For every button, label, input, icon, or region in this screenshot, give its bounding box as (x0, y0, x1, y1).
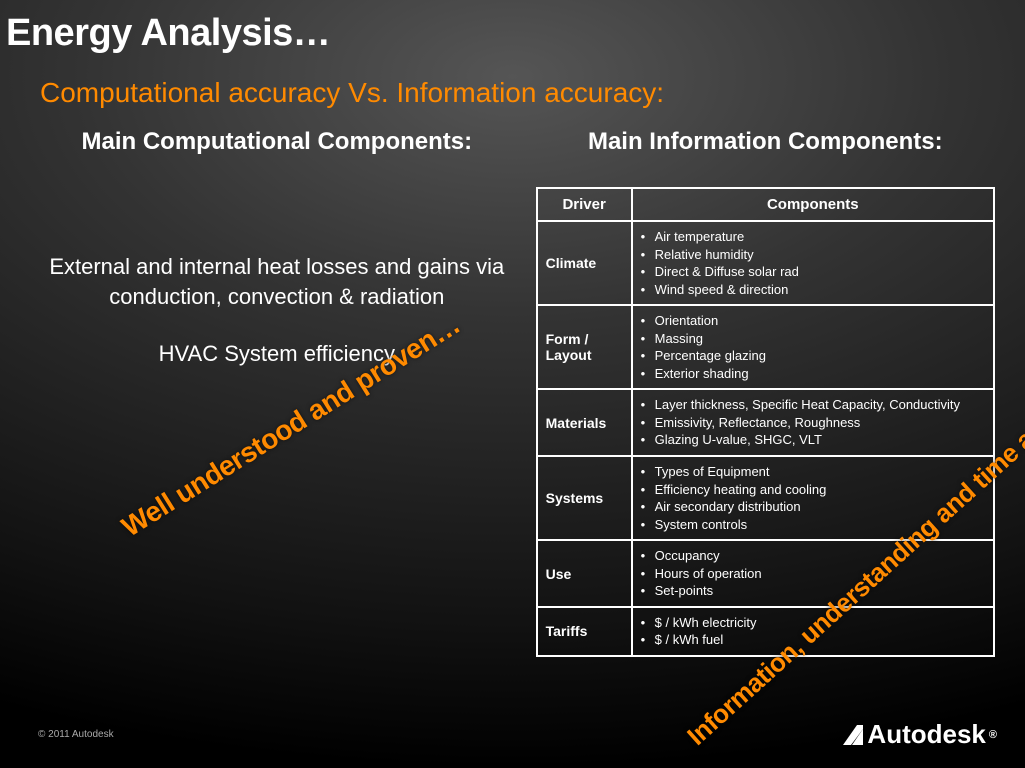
list-item: Efficiency heating and cooling (641, 481, 985, 499)
slide: Energy Analysis… Computational accuracy … (0, 0, 1025, 768)
components-cell: OccupancyHours of operationSet-points (632, 540, 994, 607)
driver-cell: Climate (537, 221, 632, 305)
driver-cell: Systems (537, 456, 632, 540)
list-item: Massing (641, 330, 985, 348)
page-title: Energy Analysis… (0, 0, 1025, 55)
list-item: Direct & Diffuse solar rad (641, 263, 985, 281)
components-cell: OrientationMassingPercentage glazingExte… (632, 305, 994, 389)
subtitle: Computational accuracy Vs. Information a… (0, 55, 1025, 109)
driver-cell: Form / Layout (537, 305, 632, 389)
list-item: Emissivity, Reflectance, Roughness (641, 414, 985, 432)
copyright: © 2011 Autodesk (38, 729, 114, 740)
table-row: Form / LayoutOrientationMassingPercentag… (537, 305, 994, 389)
list-item: Percentage glazing (641, 347, 985, 365)
components-list: Layer thickness, Specific Heat Capacity,… (641, 396, 985, 449)
list-item: Layer thickness, Specific Heat Capacity,… (641, 396, 985, 414)
driver-cell: Tariffs (537, 607, 632, 656)
list-item: Hours of operation (641, 565, 985, 583)
list-item: Types of Equipment (641, 463, 985, 481)
driver-cell: Use (537, 540, 632, 607)
th-driver: Driver (537, 188, 632, 221)
components-cell: Layer thickness, Specific Heat Capacity,… (632, 389, 994, 456)
th-components: Components (632, 188, 994, 221)
left-para-1: External and internal heat losses and ga… (38, 252, 516, 311)
list-item: Occupancy (641, 547, 985, 565)
right-heading: Main Information Components: (536, 127, 995, 157)
right-column: Main Information Components: Driver Comp… (536, 127, 995, 657)
list-item: Relative humidity (641, 246, 985, 264)
list-item: Wind speed & direction (641, 281, 985, 299)
components-list: OrientationMassingPercentage glazingExte… (641, 312, 985, 382)
list-item: Air temperature (641, 228, 985, 246)
left-column: Main Computational Components: External … (38, 127, 536, 657)
table-row: ClimateAir temperatureRelative humidityD… (537, 221, 994, 305)
list-item: Set-points (641, 582, 985, 600)
info-tbody: ClimateAir temperatureRelative humidityD… (537, 221, 994, 656)
components-cell: Air temperatureRelative humidityDirect &… (632, 221, 994, 305)
table-row: Tariffs$ / kWh electricity$ / kWh fuel (537, 607, 994, 656)
left-heading: Main Computational Components: (38, 127, 516, 157)
logo-text: Autodesk (867, 719, 985, 750)
autodesk-logo: Autodesk ® (843, 719, 997, 750)
list-item: Orientation (641, 312, 985, 330)
autodesk-logo-icon (843, 725, 863, 745)
table-row: Materials Layer thickness, Specific Heat … (537, 389, 994, 456)
components-list: OccupancyHours of operationSet-points (641, 547, 985, 600)
list-item: Exterior shading (641, 365, 985, 383)
components-list: Air temperatureRelative humidityDirect &… (641, 228, 985, 298)
driver-cell: Materials (537, 389, 632, 456)
list-item: Glazing U-value, SHGC, VLT (641, 431, 985, 449)
info-table: Driver Components ClimateAir temperature… (536, 187, 995, 657)
logo-reg: ® (989, 729, 997, 741)
